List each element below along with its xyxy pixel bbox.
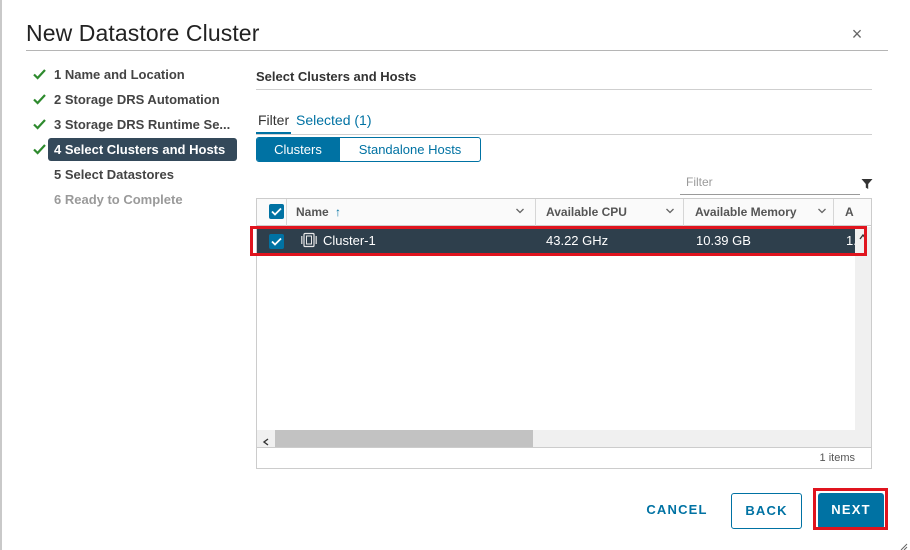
step-label: 2 Storage DRS Automation bbox=[54, 92, 220, 107]
chevron-down-icon[interactable] bbox=[817, 205, 827, 219]
step-label: 3 Storage DRS Runtime Se... bbox=[54, 117, 231, 132]
column-header-truncated[interactable]: A bbox=[833, 199, 871, 226]
tabs-divider bbox=[256, 134, 872, 135]
check-icon bbox=[33, 87, 47, 112]
title-divider bbox=[26, 50, 888, 51]
step-label: 5 Select Datastores bbox=[54, 167, 174, 182]
section-divider bbox=[256, 89, 872, 90]
tab-filter[interactable]: Filter bbox=[255, 110, 292, 135]
select-all-checkbox[interactable] bbox=[269, 204, 284, 219]
standalone-hosts-button[interactable]: Standalone Hosts bbox=[339, 138, 480, 161]
filter-funnel-icon[interactable] bbox=[861, 177, 873, 189]
horizontal-scroll-thumb[interactable] bbox=[275, 430, 533, 447]
new-datastore-cluster-dialog: New Datastore Cluster × 1 Name and Locat… bbox=[0, 0, 910, 550]
step-label: 1 Name and Location bbox=[54, 67, 185, 82]
filter-input[interactable]: Filter bbox=[680, 173, 860, 195]
check-icon bbox=[33, 137, 47, 162]
sort-ascending-icon: ↑ bbox=[335, 205, 342, 219]
step-select-datastores[interactable]: 5 Select Datastores bbox=[30, 162, 240, 187]
grid-header: Name ↑ Available CPU Available Memory A bbox=[257, 199, 871, 226]
clusters-button[interactable]: Clusters bbox=[257, 138, 339, 161]
horizontal-scrollbar[interactable] bbox=[257, 430, 871, 447]
wizard-steps: 1 Name and Location 2 Storage DRS Automa… bbox=[30, 62, 240, 212]
vertical-scrollbar[interactable] bbox=[855, 227, 871, 442]
column-header-name[interactable]: Name ↑ bbox=[286, 199, 536, 226]
step-ready-to-complete: 6 Ready to Complete bbox=[30, 187, 240, 212]
column-header-available-cpu[interactable]: Available CPU bbox=[535, 199, 683, 226]
grid-item-count: 1 items bbox=[257, 447, 871, 468]
resize-grip-icon[interactable] bbox=[898, 538, 908, 550]
chevron-down-icon[interactable] bbox=[515, 205, 525, 219]
chevron-down-icon[interactable] bbox=[665, 205, 675, 219]
step-select-clusters-and-hosts[interactable]: 4 Select Clusters and Hosts bbox=[30, 137, 240, 162]
step-label: 4 Select Clusters and Hosts bbox=[54, 142, 226, 157]
step-storage-drs-automation[interactable]: 2 Storage DRS Automation bbox=[30, 87, 240, 112]
step-label: 6 Ready to Complete bbox=[54, 192, 183, 207]
check-icon bbox=[33, 112, 47, 137]
close-icon[interactable]: × bbox=[848, 25, 866, 43]
window-edge bbox=[0, 0, 2, 550]
check-icon bbox=[33, 62, 47, 87]
row-highlight-annotation bbox=[250, 226, 867, 256]
object-type-toggle: Clusters Standalone Hosts bbox=[256, 137, 481, 162]
next-highlight-annotation bbox=[813, 488, 888, 530]
cancel-button[interactable]: CANCEL bbox=[640, 493, 714, 529]
column-name-label: Name bbox=[296, 205, 329, 219]
section-title: Select Clusters and Hosts bbox=[256, 69, 417, 84]
step-storage-drs-runtime-settings[interactable]: 3 Storage DRS Runtime Se... bbox=[30, 112, 240, 137]
tab-selected[interactable]: Selected (1) bbox=[296, 110, 371, 135]
step-name-and-location[interactable]: 1 Name and Location bbox=[30, 62, 240, 87]
column-header-available-memory[interactable]: Available Memory bbox=[683, 199, 833, 226]
back-button[interactable]: BACK bbox=[731, 493, 802, 529]
dialog-title: New Datastore Cluster bbox=[26, 20, 260, 46]
